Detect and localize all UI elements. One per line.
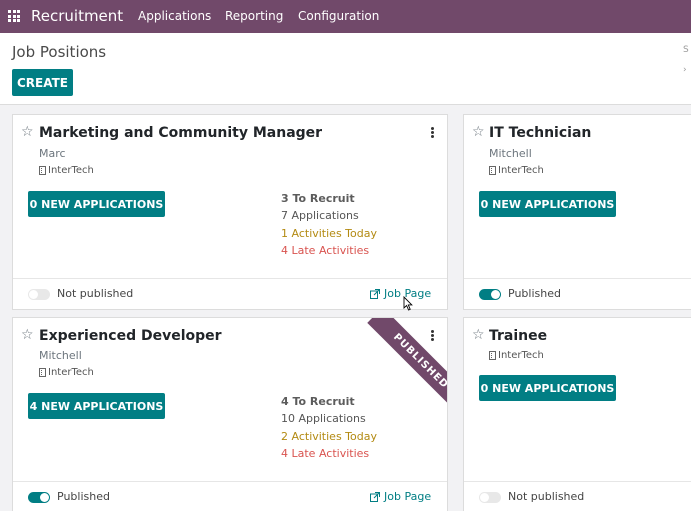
new-applications-button[interactable]: 0 NEW APPLICATIONS [28, 191, 165, 217]
card-footer: Published [464, 278, 691, 309]
view-switcher-icon[interactable]: › [683, 65, 687, 75]
to-recruit-link[interactable]: 4 To Recruit [281, 395, 355, 408]
building-icon [39, 166, 46, 175]
favorite-star-icon[interactable]: ☆ [21, 328, 34, 342]
job-title[interactable]: Marketing and Community Manager [39, 125, 322, 141]
page-title: Job Positions [12, 43, 107, 61]
applications-link[interactable]: 10 Applications [281, 412, 366, 425]
applications-link[interactable]: 7 Applications [281, 209, 359, 222]
app-name[interactable]: Recruitment [31, 7, 123, 25]
publish-status: Published [508, 287, 561, 300]
recruiter-name: Marc [39, 147, 66, 160]
create-button[interactable]: CREATE [12, 69, 73, 96]
menu-configuration[interactable]: Configuration [298, 9, 379, 23]
job-card-trainee[interactable]: ☆ Trainee InterTech 0 NEW APPLICATIONS N… [463, 317, 691, 511]
company-label: InterTech [489, 165, 544, 176]
publish-status: Not published [508, 490, 585, 503]
company-label: InterTech [39, 367, 94, 378]
late-activities-link[interactable]: 4 Late Activities [281, 447, 369, 460]
publish-toggle[interactable] [479, 492, 501, 503]
card-footer: Not published [464, 481, 691, 511]
menu-applications[interactable]: Applications [138, 9, 211, 23]
company-name: InterTech [498, 350, 544, 361]
recruiter-name: Mitchell [39, 349, 82, 362]
favorite-star-icon[interactable]: ☆ [472, 125, 485, 139]
card-footer: Not published Job Page [13, 278, 447, 309]
new-applications-button[interactable]: 0 NEW APPLICATIONS [479, 191, 616, 217]
card-menu-icon[interactable] [431, 330, 434, 341]
job-card-experienced-developer[interactable]: PUBLISHED ☆ Experienced Developer Mitche… [12, 317, 448, 511]
job-card-it-technician[interactable]: ☆ IT Technician Mitchell InterTech 0 NEW… [463, 114, 691, 310]
job-page-link[interactable]: Job Page [370, 287, 431, 300]
job-title[interactable]: IT Technician [489, 125, 591, 141]
job-title[interactable]: Trainee [489, 328, 547, 344]
ribbon-label: PUBLISHED [367, 318, 447, 415]
company-name: InterTech [48, 367, 94, 378]
company-label: InterTech [39, 165, 94, 176]
external-link-icon [370, 288, 380, 299]
to-recruit-link[interactable]: 3 To Recruit [281, 192, 355, 205]
publish-toggle[interactable] [28, 289, 50, 300]
company-name: InterTech [48, 165, 94, 176]
job-page-link[interactable]: Job Page [370, 490, 431, 503]
company-label: InterTech [489, 350, 544, 361]
new-applications-button[interactable]: 4 NEW APPLICATIONS [28, 393, 165, 419]
recruiter-name: Mitchell [489, 147, 532, 160]
activities-today-link[interactable]: 2 Activities Today [281, 430, 377, 443]
building-icon [489, 166, 496, 175]
building-icon [39, 368, 46, 377]
favorite-star-icon[interactable]: ☆ [472, 328, 485, 342]
apps-menu-icon[interactable] [8, 10, 20, 22]
card-menu-icon[interactable] [431, 127, 434, 138]
publish-status: Not published [57, 287, 134, 300]
publish-toggle[interactable] [28, 492, 50, 503]
company-name: InterTech [498, 165, 544, 176]
menu-reporting[interactable]: Reporting [225, 9, 283, 23]
mouse-cursor-icon [403, 296, 413, 311]
job-page-label: Job Page [384, 490, 432, 503]
publish-status: Published [57, 490, 110, 503]
new-applications-button[interactable]: 0 NEW APPLICATIONS [479, 375, 616, 401]
external-link-icon [370, 491, 380, 502]
search-input[interactable]: S [683, 45, 689, 55]
card-footer: Published Job Page [13, 481, 447, 511]
activities-today-link[interactable]: 1 Activities Today [281, 227, 377, 240]
job-title[interactable]: Experienced Developer [39, 328, 222, 344]
building-icon [489, 351, 496, 360]
top-navbar: Recruitment Applications Reporting Confi… [0, 0, 691, 33]
publish-toggle[interactable] [479, 289, 501, 300]
job-card-marketing[interactable]: ☆ Marketing and Community Manager Marc I… [12, 114, 448, 310]
favorite-star-icon[interactable]: ☆ [21, 125, 34, 139]
control-panel: Job Positions CREATE S › [0, 33, 691, 105]
late-activities-link[interactable]: 4 Late Activities [281, 244, 369, 257]
